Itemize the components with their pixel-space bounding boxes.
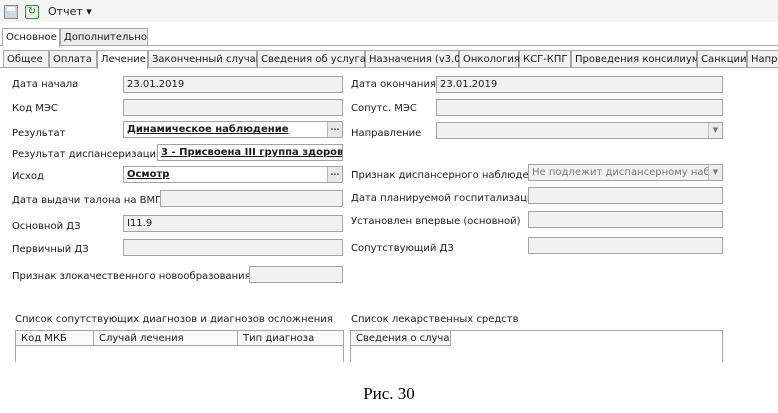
comorbid-diag-field[interactable] (528, 237, 723, 254)
primary-diag-label: Первичный ДЗ (12, 244, 89, 255)
planned-hosp-field[interactable] (528, 187, 723, 204)
app-window: ↻ Отчет ▾ Основное Дополнительно Общее О… (0, 0, 778, 362)
result-select-button[interactable]: … (327, 122, 342, 137)
planned-hosp-label: Дата планируемой госпитализации (351, 193, 540, 204)
direction-dropdown[interactable]: ▼ (436, 122, 723, 139)
malignant-field[interactable] (249, 266, 343, 283)
column-header-kod-mkb[interactable]: Код МКБ (16, 331, 94, 346)
chevron-down-icon[interactable]: ▼ (708, 123, 722, 138)
save-icon[interactable] (4, 5, 18, 19)
outcome-field[interactable]: Осмотр … (123, 166, 343, 183)
result-label: Результат (12, 128, 66, 139)
end-date-field[interactable]: 23.01.2019 (436, 76, 723, 93)
tab-naznacheniya[interactable]: Назначения (v3.0) (365, 50, 465, 67)
main-diag-field[interactable]: I11.9 (123, 215, 343, 232)
first-time-label: Установлен впервые (основной) (351, 216, 521, 227)
outcome-select-button[interactable]: … (327, 167, 342, 182)
vmp-date-field[interactable] (160, 190, 343, 207)
tab-provedeniya-konsiliuma[interactable]: Проведения консилиума (571, 50, 706, 67)
drugs-grid[interactable]: Сведения о случае (350, 330, 723, 362)
diagnoses-list-title: Список сопутствующих диагнозов и диагноз… (15, 314, 333, 325)
diagnoses-grid[interactable]: Код МКБ Случай лечения Тип диагноза (15, 330, 344, 362)
outcome-label: Исход (12, 171, 44, 182)
tab-ksg-kpg[interactable]: КСГ-КПГ (519, 50, 571, 67)
dispensary-sign-label: Признак диспансерного наблюдения (351, 170, 548, 181)
comorbid-mes-field[interactable] (436, 99, 723, 116)
direction-label: Направление (351, 128, 422, 139)
drugs-list-title: Список лекарственных средств (351, 314, 519, 325)
malignant-label: Признак злокачественного новообразования (12, 271, 251, 282)
tab-lechenie[interactable]: Лечение (97, 50, 148, 69)
dispensary-sign-dropdown[interactable]: Не подлежит диспансерному наблюд ▼ (528, 164, 723, 181)
start-date-label: Дата начала (12, 79, 79, 90)
comorbid-mes-label: Сопутс. МЭС (351, 103, 417, 114)
outer-tab-bar: Основное Дополнительно (0, 28, 778, 47)
refresh-icon[interactable]: ↻ (25, 5, 39, 19)
primary-diag-field[interactable] (123, 239, 343, 256)
mes-label: Код МЭС (12, 103, 58, 114)
tab-sanktsii[interactable]: Санкции (697, 50, 747, 67)
tab-onkologiya[interactable]: Онкология (459, 50, 520, 67)
vmp-date-label: Дата выдачи талона на ВМП (12, 195, 163, 206)
tab-dopolnitelno[interactable]: Дополнительно (60, 28, 148, 45)
tab-zakonchenny-sluchai[interactable]: Законченный случай (148, 50, 262, 67)
start-date-field[interactable]: 23.01.2019 (123, 76, 343, 93)
main-diag-label: Основной ДЗ (12, 221, 81, 232)
dispensary-result-field[interactable]: 3 - Присвоена III группа здоров (157, 144, 343, 161)
result-value: Динамическое наблюдение (127, 124, 289, 135)
dispensary-sign-value: Не подлежит диспансерному наблюд (532, 167, 723, 178)
tab-svedeniya-ob-uslugah[interactable]: Сведения об услугах (257, 50, 372, 67)
end-date-label: Дата окончания (351, 79, 436, 90)
outcome-value: Осмотр (127, 169, 170, 180)
comorbid-diag-label: Сопутствующий ДЗ (351, 243, 454, 254)
column-header-sluchai-lecheniya[interactable]: Случай лечения (94, 331, 238, 346)
column-header-svedeniya-o-sluchae[interactable]: Сведения о случае (351, 331, 451, 346)
mes-field[interactable] (123, 99, 343, 116)
figure-caption: Рис. 30 (363, 384, 415, 403)
tab-napr[interactable]: Напр (747, 50, 778, 67)
chevron-down-icon[interactable]: ▼ (708, 165, 722, 180)
tab-osnovnoe[interactable]: Основное (2, 28, 60, 47)
column-header-tip-diagnoza[interactable]: Тип диагноза (238, 331, 343, 346)
tab-oplata[interactable]: Оплата (49, 50, 97, 67)
first-time-field[interactable] (528, 211, 723, 228)
inner-tab-bar: Общее Оплата Лечение Законченный случай … (3, 50, 778, 69)
report-menu-button[interactable]: Отчет ▾ (46, 4, 94, 20)
tab-obshchee[interactable]: Общее (3, 50, 49, 67)
dispensary-result-label: Результат диспансеризации (12, 149, 163, 160)
result-field[interactable]: Динамическое наблюдение … (123, 121, 343, 138)
outer-tabs-divider (0, 45, 778, 46)
toolbar: ↻ Отчет ▾ (0, 0, 778, 22)
